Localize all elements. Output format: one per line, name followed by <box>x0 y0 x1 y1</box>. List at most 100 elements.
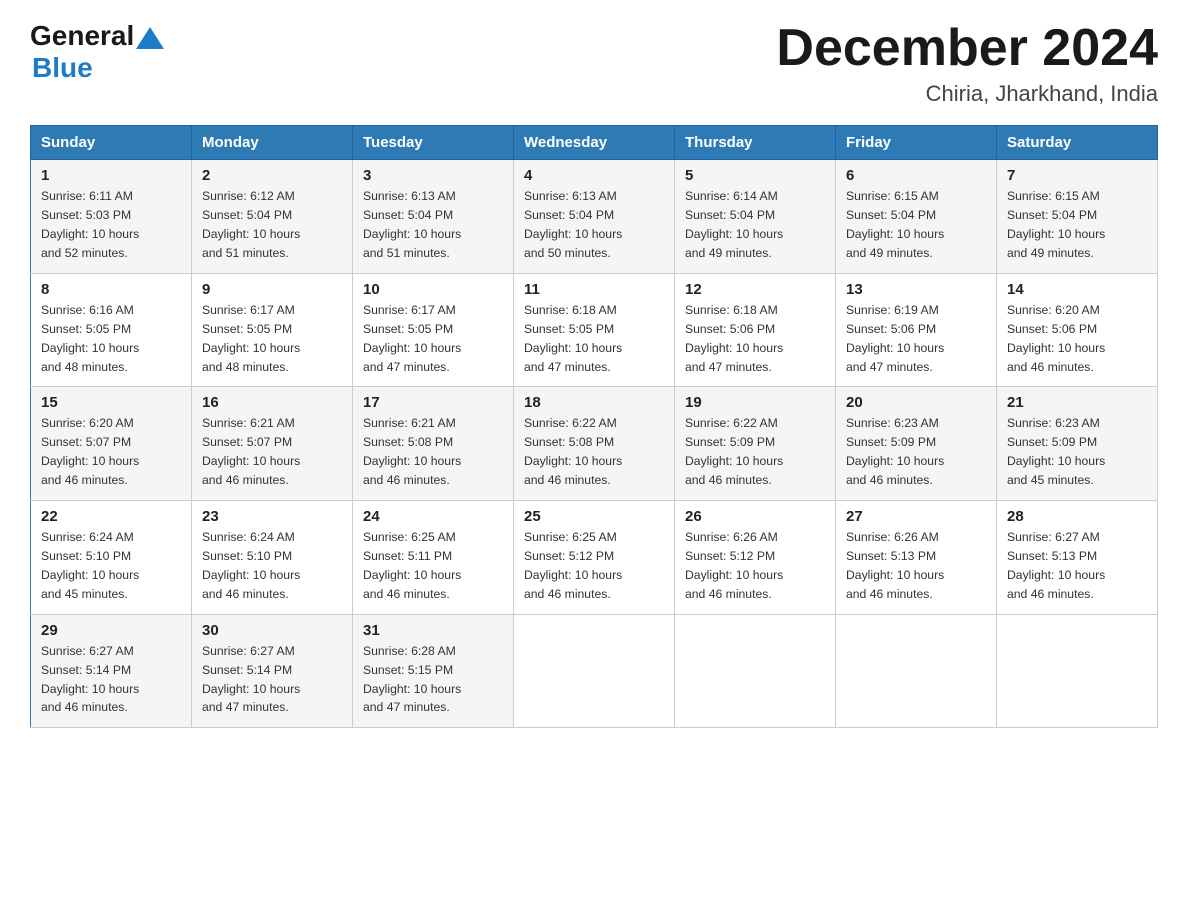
day-info: Sunrise: 6:23 AMSunset: 5:09 PMDaylight:… <box>1007 416 1105 487</box>
day-number: 3 <box>363 167 503 184</box>
day-number: 1 <box>41 167 181 184</box>
calendar-cell: 22 Sunrise: 6:24 AMSunset: 5:10 PMDaylig… <box>31 501 192 615</box>
calendar-cell: 2 Sunrise: 6:12 AMSunset: 5:04 PMDayligh… <box>192 160 353 274</box>
calendar-cell: 11 Sunrise: 6:18 AMSunset: 5:05 PMDaylig… <box>514 273 675 387</box>
day-info: Sunrise: 6:14 AMSunset: 5:04 PMDaylight:… <box>685 189 783 260</box>
calendar-cell: 1 Sunrise: 6:11 AMSunset: 5:03 PMDayligh… <box>31 160 192 274</box>
weekday-header-monday: Monday <box>192 126 353 160</box>
day-info: Sunrise: 6:15 AMSunset: 5:04 PMDaylight:… <box>846 189 944 260</box>
logo-blue-text: Blue <box>32 52 93 84</box>
calendar-cell: 7 Sunrise: 6:15 AMSunset: 5:04 PMDayligh… <box>997 160 1158 274</box>
calendar-table: SundayMondayTuesdayWednesdayThursdayFrid… <box>30 125 1158 728</box>
day-number: 19 <box>685 394 825 411</box>
day-info: Sunrise: 6:27 AMSunset: 5:14 PMDaylight:… <box>202 644 300 715</box>
calendar-cell: 19 Sunrise: 6:22 AMSunset: 5:09 PMDaylig… <box>675 387 836 501</box>
day-info: Sunrise: 6:24 AMSunset: 5:10 PMDaylight:… <box>41 530 139 601</box>
day-info: Sunrise: 6:17 AMSunset: 5:05 PMDaylight:… <box>363 303 461 374</box>
calendar-subtitle: Chiria, Jharkhand, India <box>776 81 1158 107</box>
calendar-cell <box>997 614 1158 728</box>
calendar-cell: 28 Sunrise: 6:27 AMSunset: 5:13 PMDaylig… <box>997 501 1158 615</box>
calendar-cell: 23 Sunrise: 6:24 AMSunset: 5:10 PMDaylig… <box>192 501 353 615</box>
calendar-cell: 29 Sunrise: 6:27 AMSunset: 5:14 PMDaylig… <box>31 614 192 728</box>
day-number: 8 <box>41 281 181 298</box>
weekday-header-friday: Friday <box>836 126 997 160</box>
logo-general-text: General <box>30 20 134 52</box>
day-number: 27 <box>846 508 986 525</box>
day-number: 17 <box>363 394 503 411</box>
calendar-cell: 12 Sunrise: 6:18 AMSunset: 5:06 PMDaylig… <box>675 273 836 387</box>
weekday-header-sunday: Sunday <box>31 126 192 160</box>
day-number: 7 <box>1007 167 1147 184</box>
day-number: 11 <box>524 281 664 298</box>
calendar-cell: 24 Sunrise: 6:25 AMSunset: 5:11 PMDaylig… <box>353 501 514 615</box>
day-info: Sunrise: 6:18 AMSunset: 5:05 PMDaylight:… <box>524 303 622 374</box>
day-number: 30 <box>202 622 342 639</box>
day-info: Sunrise: 6:24 AMSunset: 5:10 PMDaylight:… <box>202 530 300 601</box>
day-info: Sunrise: 6:27 AMSunset: 5:13 PMDaylight:… <box>1007 530 1105 601</box>
day-info: Sunrise: 6:27 AMSunset: 5:14 PMDaylight:… <box>41 644 139 715</box>
calendar-week-row: 15 Sunrise: 6:20 AMSunset: 5:07 PMDaylig… <box>31 387 1158 501</box>
day-info: Sunrise: 6:17 AMSunset: 5:05 PMDaylight:… <box>202 303 300 374</box>
day-info: Sunrise: 6:12 AMSunset: 5:04 PMDaylight:… <box>202 189 300 260</box>
calendar-cell: 10 Sunrise: 6:17 AMSunset: 5:05 PMDaylig… <box>353 273 514 387</box>
day-info: Sunrise: 6:23 AMSunset: 5:09 PMDaylight:… <box>846 416 944 487</box>
calendar-cell: 16 Sunrise: 6:21 AMSunset: 5:07 PMDaylig… <box>192 387 353 501</box>
day-number: 4 <box>524 167 664 184</box>
calendar-week-row: 8 Sunrise: 6:16 AMSunset: 5:05 PMDayligh… <box>31 273 1158 387</box>
weekday-header-tuesday: Tuesday <box>353 126 514 160</box>
day-number: 14 <box>1007 281 1147 298</box>
calendar-cell <box>836 614 997 728</box>
day-number: 10 <box>363 281 503 298</box>
day-number: 28 <box>1007 508 1147 525</box>
calendar-cell: 5 Sunrise: 6:14 AMSunset: 5:04 PMDayligh… <box>675 160 836 274</box>
weekday-header-thursday: Thursday <box>675 126 836 160</box>
day-info: Sunrise: 6:19 AMSunset: 5:06 PMDaylight:… <box>846 303 944 374</box>
calendar-cell: 27 Sunrise: 6:26 AMSunset: 5:13 PMDaylig… <box>836 501 997 615</box>
day-number: 29 <box>41 622 181 639</box>
day-info: Sunrise: 6:22 AMSunset: 5:09 PMDaylight:… <box>685 416 783 487</box>
calendar-cell: 21 Sunrise: 6:23 AMSunset: 5:09 PMDaylig… <box>997 387 1158 501</box>
calendar-cell <box>675 614 836 728</box>
day-info: Sunrise: 6:16 AMSunset: 5:05 PMDaylight:… <box>41 303 139 374</box>
calendar-cell: 31 Sunrise: 6:28 AMSunset: 5:15 PMDaylig… <box>353 614 514 728</box>
calendar-cell: 6 Sunrise: 6:15 AMSunset: 5:04 PMDayligh… <box>836 160 997 274</box>
logo-top: General <box>30 20 164 52</box>
day-number: 26 <box>685 508 825 525</box>
calendar-header: SundayMondayTuesdayWednesdayThursdayFrid… <box>31 126 1158 160</box>
calendar-title: December 2024 <box>776 20 1158 77</box>
calendar-cell: 25 Sunrise: 6:25 AMSunset: 5:12 PMDaylig… <box>514 501 675 615</box>
calendar-cell: 8 Sunrise: 6:16 AMSunset: 5:05 PMDayligh… <box>31 273 192 387</box>
calendar-cell: 15 Sunrise: 6:20 AMSunset: 5:07 PMDaylig… <box>31 387 192 501</box>
day-info: Sunrise: 6:11 AMSunset: 5:03 PMDaylight:… <box>41 189 139 260</box>
calendar-cell: 14 Sunrise: 6:20 AMSunset: 5:06 PMDaylig… <box>997 273 1158 387</box>
day-number: 9 <box>202 281 342 298</box>
day-info: Sunrise: 6:21 AMSunset: 5:08 PMDaylight:… <box>363 416 461 487</box>
day-number: 15 <box>41 394 181 411</box>
day-number: 5 <box>685 167 825 184</box>
calendar-week-row: 22 Sunrise: 6:24 AMSunset: 5:10 PMDaylig… <box>31 501 1158 615</box>
calendar-cell: 4 Sunrise: 6:13 AMSunset: 5:04 PMDayligh… <box>514 160 675 274</box>
day-number: 25 <box>524 508 664 525</box>
day-number: 12 <box>685 281 825 298</box>
calendar-cell: 30 Sunrise: 6:27 AMSunset: 5:14 PMDaylig… <box>192 614 353 728</box>
day-number: 18 <box>524 394 664 411</box>
page-header: General Blue December 2024 Chiria, Jhark… <box>30 20 1158 107</box>
calendar-week-row: 1 Sunrise: 6:11 AMSunset: 5:03 PMDayligh… <box>31 160 1158 274</box>
day-number: 2 <box>202 167 342 184</box>
day-number: 23 <box>202 508 342 525</box>
calendar-cell: 20 Sunrise: 6:23 AMSunset: 5:09 PMDaylig… <box>836 387 997 501</box>
day-info: Sunrise: 6:25 AMSunset: 5:12 PMDaylight:… <box>524 530 622 601</box>
day-number: 31 <box>363 622 503 639</box>
day-number: 22 <box>41 508 181 525</box>
calendar-body: 1 Sunrise: 6:11 AMSunset: 5:03 PMDayligh… <box>31 160 1158 728</box>
day-info: Sunrise: 6:20 AMSunset: 5:07 PMDaylight:… <box>41 416 139 487</box>
weekday-header-saturday: Saturday <box>997 126 1158 160</box>
calendar-week-row: 29 Sunrise: 6:27 AMSunset: 5:14 PMDaylig… <box>31 614 1158 728</box>
logo-triangle-icon <box>136 27 164 49</box>
calendar-cell: 26 Sunrise: 6:26 AMSunset: 5:12 PMDaylig… <box>675 501 836 615</box>
title-area: December 2024 Chiria, Jharkhand, India <box>776 20 1158 107</box>
day-info: Sunrise: 6:22 AMSunset: 5:08 PMDaylight:… <box>524 416 622 487</box>
day-info: Sunrise: 6:18 AMSunset: 5:06 PMDaylight:… <box>685 303 783 374</box>
day-info: Sunrise: 6:28 AMSunset: 5:15 PMDaylight:… <box>363 644 461 715</box>
day-info: Sunrise: 6:21 AMSunset: 5:07 PMDaylight:… <box>202 416 300 487</box>
